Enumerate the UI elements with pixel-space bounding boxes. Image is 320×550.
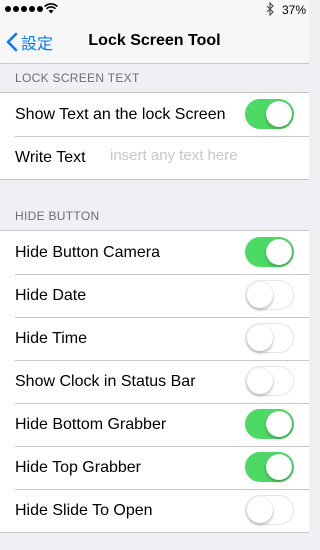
page-title: Lock Screen Tool bbox=[88, 32, 221, 49]
lock-screen-text-group: Show Text an the lock Screen Write Text bbox=[0, 92, 309, 180]
list-item: Hide Top Grabber bbox=[0, 446, 309, 489]
list-item: Hide Button Camera bbox=[0, 231, 309, 274]
hide-bottom-grabber-label: Hide Bottom Grabber bbox=[15, 415, 167, 433]
status-bar: 37% bbox=[0, 0, 309, 20]
signal-strength-icon bbox=[5, 6, 43, 12]
list-item: Show Clock in Status Bar bbox=[0, 360, 309, 403]
toggle-knob bbox=[246, 496, 273, 523]
hide-top-grabber-label: Hide Top Grabber bbox=[15, 458, 141, 476]
hide-button-group: Hide Button Camera Hide Date Hide Time S… bbox=[0, 230, 309, 533]
section-header-hide-button: HIDE BUTTON bbox=[15, 209, 100, 223]
show-text-row: Show Text an the lock Screen bbox=[0, 93, 309, 136]
show-clock-status-bar-label: Show Clock in Status Bar bbox=[15, 372, 196, 390]
toggle-knob bbox=[265, 410, 292, 437]
hide-date-toggle[interactable] bbox=[245, 280, 294, 310]
hide-slide-to-open-toggle[interactable] bbox=[245, 495, 294, 525]
navigation-bar: 設定 Lock Screen Tool bbox=[0, 20, 309, 64]
hide-slide-to-open-label: Hide Slide To Open bbox=[15, 501, 153, 519]
write-text-input[interactable] bbox=[110, 147, 300, 164]
hide-time-toggle[interactable] bbox=[245, 323, 294, 353]
hide-button-camera-toggle[interactable] bbox=[245, 237, 294, 267]
hide-button-camera-label: Hide Button Camera bbox=[15, 243, 160, 261]
toggle-knob bbox=[265, 100, 292, 127]
show-text-toggle[interactable] bbox=[245, 99, 294, 129]
bluetooth-icon bbox=[266, 2, 274, 16]
show-clock-status-bar-toggle[interactable] bbox=[245, 366, 294, 396]
toggle-knob bbox=[246, 367, 273, 394]
write-text-row: Write Text bbox=[0, 136, 309, 179]
toggle-knob bbox=[246, 281, 273, 308]
wifi-icon bbox=[44, 3, 58, 14]
hide-bottom-grabber-toggle[interactable] bbox=[245, 409, 294, 439]
list-item: Hide Bottom Grabber bbox=[0, 403, 309, 446]
hide-date-label: Hide Date bbox=[15, 286, 87, 304]
show-text-label: Show Text an the lock Screen bbox=[15, 105, 226, 123]
toggle-knob bbox=[265, 453, 292, 480]
section-header-lock-screen-text: LOCK SCREEN TEXT bbox=[15, 71, 140, 85]
list-item: Hide Date bbox=[0, 274, 309, 317]
list-item: Hide Time bbox=[0, 317, 309, 360]
toggle-knob bbox=[265, 238, 292, 265]
hide-top-grabber-toggle[interactable] bbox=[245, 452, 294, 482]
battery-percentage: 37% bbox=[282, 3, 307, 17]
toggle-knob bbox=[246, 324, 273, 351]
list-item: Hide Slide To Open bbox=[0, 489, 309, 532]
write-text-label: Write Text bbox=[15, 148, 86, 166]
hide-time-label: Hide Time bbox=[15, 329, 88, 347]
